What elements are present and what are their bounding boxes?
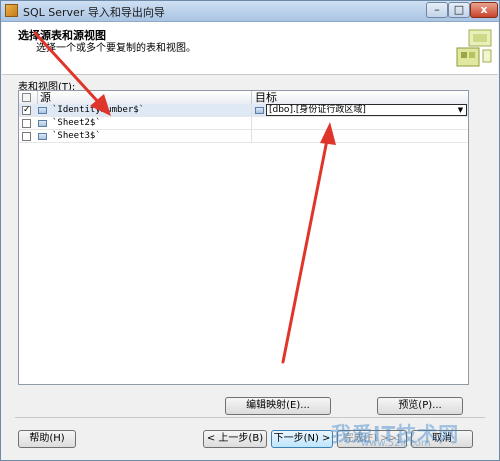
column-divider — [251, 117, 252, 130]
edit-mapping-button[interactable]: 编辑映射(E)... — [225, 397, 331, 415]
grid-header: 源 目标 — [19, 91, 468, 105]
app-icon — [5, 4, 18, 17]
source-name: `IdentityNumber$` — [52, 105, 145, 115]
source-name: `Sheet3$` — [52, 131, 101, 141]
minimize-button[interactable]: – — [426, 2, 448, 18]
next-button[interactable]: 下一步(N) > — [271, 430, 333, 448]
table-icon — [38, 120, 47, 127]
column-target-header[interactable]: 目标 — [251, 91, 467, 104]
table-icon — [38, 133, 47, 140]
watermark-url: www.52ij.com — [361, 438, 431, 449]
window-title: SQL Server 导入和导出向导 — [23, 6, 165, 19]
row-checkbox[interactable] — [22, 132, 31, 141]
source-name: `Sheet2$` — [52, 118, 101, 128]
table-row[interactable]: `Sheet2$` — [19, 117, 468, 130]
page-subtitle: 选择一个或多个要复制的表和视图。 — [36, 43, 196, 54]
wizard-header: 选择源表和源视图 选择一个或多个要复制的表和视图。 — [2, 22, 498, 75]
chevron-down-icon[interactable]: ▼ — [456, 106, 465, 114]
preview-button[interactable]: 预览(P)... — [377, 397, 463, 415]
tables-views-grid: 源 目标 ✓ `IdentityNumber$` [dbo].[身份证行政区域]… — [18, 90, 469, 385]
column-divider — [251, 104, 252, 117]
table-icon — [255, 107, 264, 114]
wizard-window: SQL Server 导入和导出向导 – □ x 选择源表和源视图 选择一个或多… — [0, 0, 500, 461]
column-source-header[interactable]: 源 — [37, 91, 252, 104]
back-button[interactable]: < 上一步(B) — [203, 430, 267, 448]
target-name: [dbo].[身份证行政区域] — [269, 105, 366, 115]
maximize-button[interactable]: □ — [448, 2, 470, 18]
table-row[interactable]: ✓ `IdentityNumber$` [dbo].[身份证行政区域] ▼ — [19, 104, 468, 117]
target-table-dropdown[interactable]: [dbo].[身份证行政区域] ▼ — [266, 104, 467, 116]
row-checkbox[interactable]: ✓ — [22, 106, 31, 115]
close-button[interactable]: x — [470, 2, 498, 18]
select-all-checkbox[interactable] — [22, 93, 31, 102]
table-row[interactable]: `Sheet3$` — [19, 130, 468, 143]
table-icon — [38, 107, 47, 114]
help-button[interactable]: 帮助(H) — [18, 430, 76, 448]
wizard-graphic-icon — [456, 29, 492, 67]
row-checkbox[interactable] — [22, 119, 31, 128]
title-bar: SQL Server 导入和导出向导 – □ x — [1, 1, 499, 22]
column-divider — [251, 130, 252, 143]
